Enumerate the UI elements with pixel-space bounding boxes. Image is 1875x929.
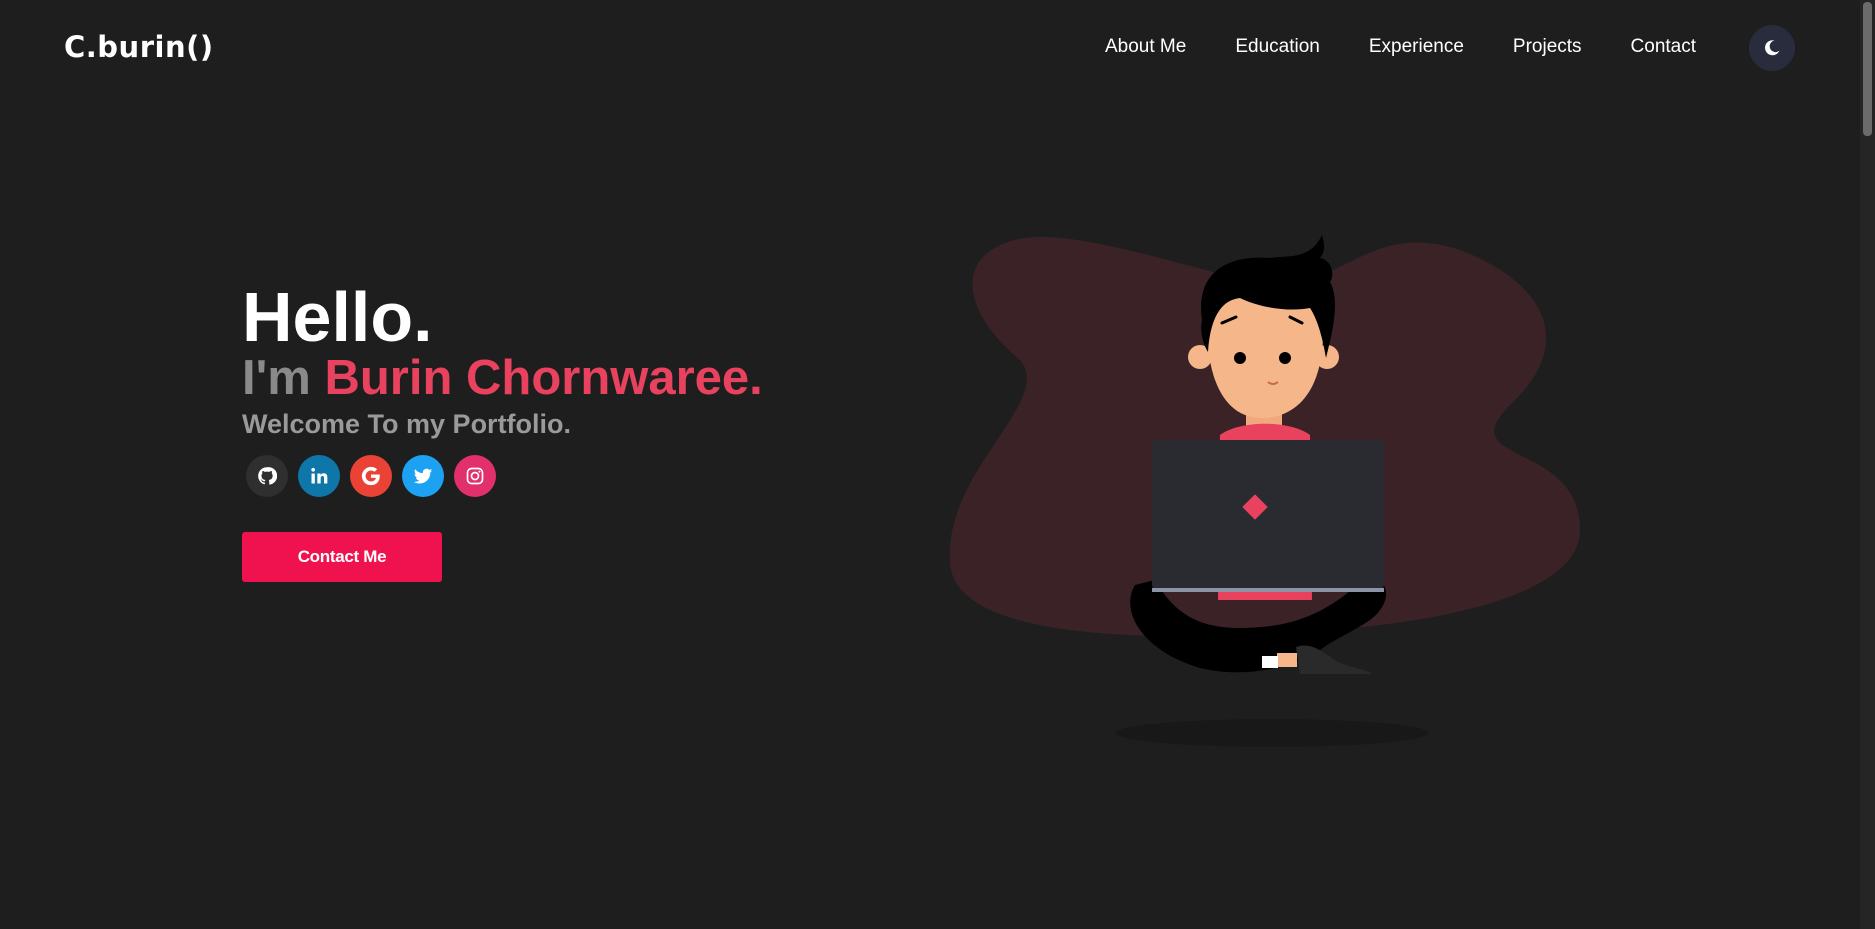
laptop	[1152, 440, 1384, 590]
moon-icon	[1765, 40, 1780, 56]
nav-about-me[interactable]: About Me	[1105, 36, 1186, 58]
theme-toggle-button[interactable]	[1749, 25, 1795, 71]
hero-intro: I'm Burin Chornwaree.	[242, 352, 763, 404]
nav-contact[interactable]: Contact	[1631, 36, 1696, 58]
social-links	[246, 455, 506, 497]
hero-text: Hello. I'm Burin Chornwaree. Welcome To …	[242, 282, 763, 440]
linkedin-icon	[311, 467, 328, 484]
instagram-icon	[466, 467, 484, 485]
nav-experience[interactable]: Experience	[1369, 36, 1464, 58]
linkedin-link[interactable]	[298, 455, 340, 497]
hero-greeting: Hello.	[242, 278, 433, 356]
portfolio-page: C.burin() About Me Education Experience …	[0, 0, 1875, 929]
page-scrollbar[interactable]	[1860, 0, 1875, 929]
main-nav: About Me Education Experience Projects C…	[1105, 36, 1745, 58]
google-link[interactable]	[350, 455, 392, 497]
intro-prefix: I'm	[242, 351, 325, 405]
site-logo[interactable]: C.burin()	[64, 30, 214, 64]
twitter-link[interactable]	[402, 455, 444, 497]
hero-name: Burin Chornwaree.	[324, 351, 763, 405]
twitter-icon	[413, 468, 433, 484]
instagram-link[interactable]	[454, 455, 496, 497]
nav-projects[interactable]: Projects	[1513, 36, 1582, 58]
developer-illustration	[949, 235, 1580, 747]
github-link[interactable]	[246, 455, 288, 497]
scrollbar-thumb[interactable]	[1863, 2, 1872, 136]
contact-me-button[interactable]: Contact Me	[242, 532, 442, 582]
nav-education[interactable]: Education	[1235, 36, 1320, 58]
ground-shadow	[1115, 719, 1429, 747]
github-icon	[258, 467, 277, 485]
shoe	[1296, 645, 1372, 674]
google-icon	[361, 466, 380, 486]
hero-tagline: Welcome To my Portfolio.	[242, 409, 572, 439]
